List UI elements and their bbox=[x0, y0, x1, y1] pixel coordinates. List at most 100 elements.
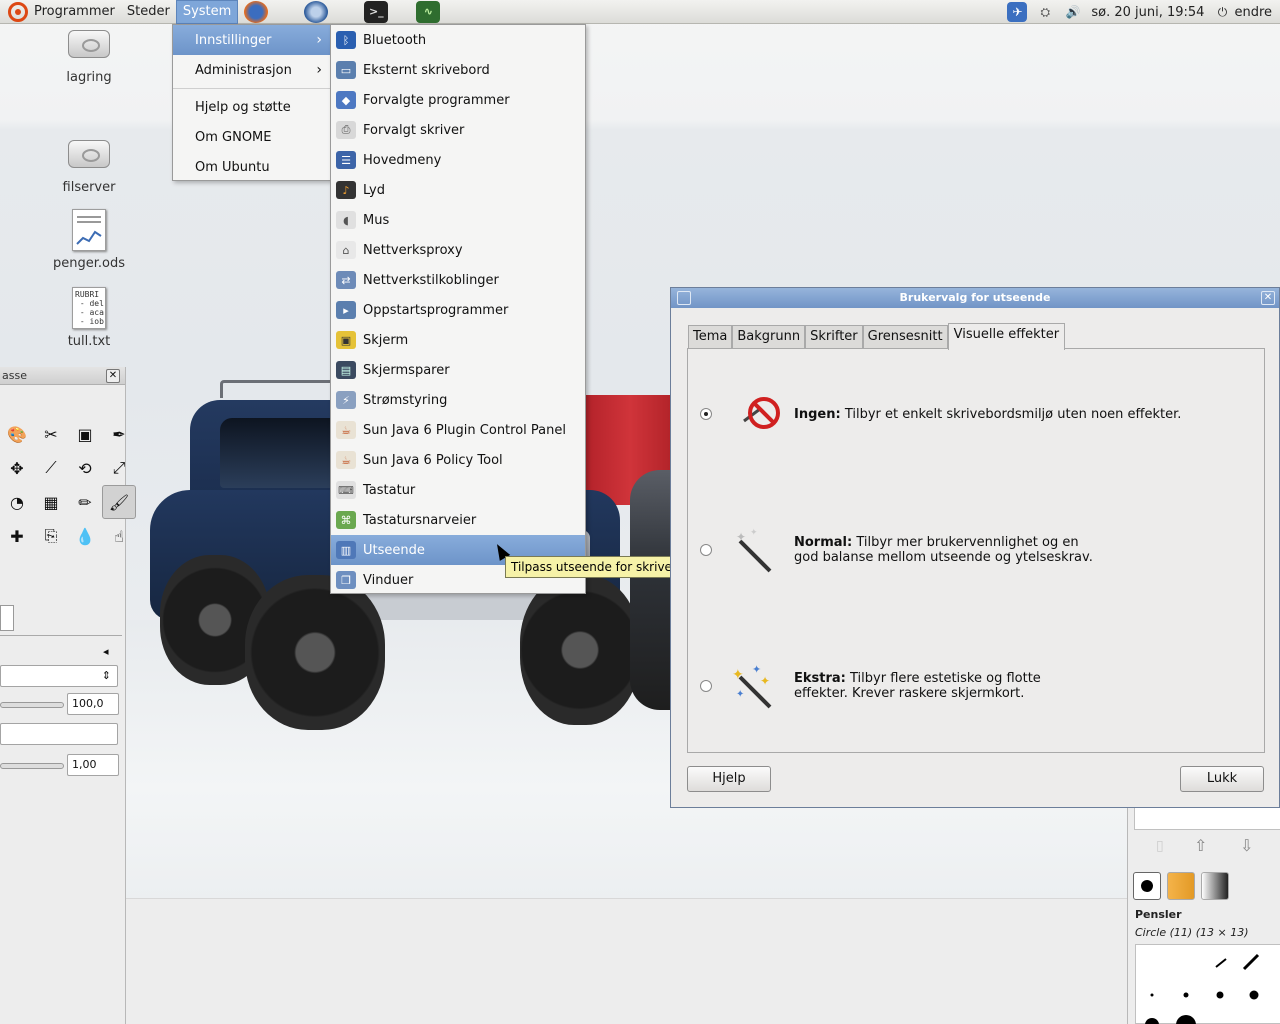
paths-tool-icon[interactable]: ✒ bbox=[102, 417, 136, 451]
dock-menu-icon[interactable]: ◂ bbox=[103, 645, 109, 658]
menu-item-tastatur[interactable]: ⌨ Tastatur bbox=[331, 475, 585, 505]
updates-icon[interactable]: ⛭ bbox=[1035, 2, 1055, 22]
desktop-icon-penger-ods[interactable]: penger.ods bbox=[44, 208, 134, 271]
menu-item-forvalgte-programmer[interactable]: ◆ Forvalgte programmer bbox=[331, 85, 585, 115]
network-manager-icon[interactable]: ✈ bbox=[1007, 2, 1028, 22]
brush-grid[interactable] bbox=[1135, 944, 1280, 1024]
raise-layer-icon[interactable]: ⇧ bbox=[1194, 836, 1207, 855]
help-button[interactable]: Hjelp bbox=[687, 766, 771, 792]
tab-tema[interactable]: Tema bbox=[688, 325, 733, 349]
menu-item-oppstartsprogrammer[interactable]: ▸ Oppstartsprogrammer bbox=[331, 295, 585, 325]
menu-item-bluetooth[interactable]: ᛒ Bluetooth bbox=[331, 25, 585, 55]
blend-tool-icon[interactable]: ▦ bbox=[34, 485, 68, 519]
blur-tool-icon[interactable]: 💧 bbox=[68, 519, 102, 553]
menu-item-tastatursnarveier[interactable]: ⌘ Tastatursnarveier bbox=[331, 505, 585, 535]
menu-item-nettverkstilkoblinger[interactable]: ⇄ Nettverkstilkoblinger bbox=[331, 265, 585, 295]
menu-item-label: Forvalgte programmer bbox=[363, 92, 510, 108]
scale-tool-icon[interactable]: ⤢ bbox=[102, 451, 136, 485]
close-button[interactable]: Lukk bbox=[1180, 766, 1264, 792]
menu-item-hovedmeny[interactable]: ☰ Hovedmeny bbox=[331, 145, 585, 175]
menu-item-sun-java-6-plugin-control-panel[interactable]: ☕ Sun Java 6 Plugin Control Panel bbox=[331, 415, 585, 445]
tab-bakgrunn[interactable]: Bakgrunn bbox=[732, 325, 806, 349]
dialog-titlebar[interactable]: Brukervalg for utseende ✕ bbox=[671, 288, 1279, 308]
top-panel: Programmer Steder System >_ ∿ ✈ ⛭ 🔊 sø. … bbox=[0, 0, 1280, 24]
clock[interactable]: sø. 20 juni, 19:54 bbox=[1091, 5, 1204, 20]
menu-item-eksternt-skrivebord[interactable]: ▭ Eksternt skrivebord bbox=[331, 55, 585, 85]
menu-item-administrasjon[interactable]: Administrasjon › bbox=[173, 55, 330, 85]
radio-ekstra[interactable] bbox=[700, 680, 712, 692]
menu-item-sun-java-6-policy-tool[interactable]: ☕ Sun Java 6 Policy Tool bbox=[331, 445, 585, 475]
system-monitor-icon[interactable]: ∿ bbox=[416, 0, 441, 23]
opacity-spinbox[interactable]: 100,0 bbox=[67, 693, 119, 715]
opacity-slider[interactable] bbox=[0, 702, 64, 708]
option-normal[interactable]: ✦ ✦ Normal: Tilbyr mer brukervennlighet o… bbox=[700, 527, 1093, 573]
patterns-tab-icon[interactable] bbox=[1167, 872, 1195, 900]
menu-steder[interactable]: Steder bbox=[121, 0, 176, 24]
menu-item-om-ubuntu[interactable]: Om Ubuntu bbox=[173, 152, 330, 182]
new-layer-icon[interactable]: ▯ bbox=[1156, 838, 1164, 854]
menu-item-om-gnome[interactable]: Om GNOME bbox=[173, 122, 330, 152]
layers-list[interactable] bbox=[1134, 806, 1280, 830]
menu-item-forvalgt-skriver[interactable]: ⎙ Forvalgt skriver bbox=[331, 115, 585, 145]
clone-tool-icon[interactable]: ⎘ bbox=[34, 519, 68, 553]
scale-slider[interactable] bbox=[0, 763, 64, 769]
mouse-icon: ◖ bbox=[336, 211, 356, 229]
menu-item-skjermsparer[interactable]: ▤ Skjermsparer bbox=[331, 355, 585, 385]
rotate-tool-icon[interactable]: ⟲ bbox=[68, 451, 102, 485]
desktop-icon-tull-txt[interactable]: RUBRI - del - aca - iob tull.txt bbox=[44, 286, 134, 349]
menu-item-innstillinger[interactable]: Innstillinger › bbox=[173, 25, 330, 55]
tab-skrifter[interactable]: Skrifter bbox=[805, 325, 863, 349]
radio-ingen[interactable] bbox=[700, 408, 712, 420]
menu-item-strømstyring[interactable]: ⚡ Strømstyring bbox=[331, 385, 585, 415]
measure-tool-icon[interactable]: ⟋ bbox=[34, 451, 68, 485]
volume-icon[interactable]: 🔊 bbox=[1063, 2, 1083, 22]
menu-item-label: Om GNOME bbox=[195, 129, 272, 145]
appearance-dialog: Brukervalg for utseende ✕ Tema Bakgrunn … bbox=[670, 287, 1280, 808]
option-ingen[interactable]: Ingen: Tilbyr et enkelt skrivebordsmiljø… bbox=[700, 391, 1181, 437]
scale-spinbox[interactable]: 1,00 bbox=[67, 754, 119, 776]
preferences-submenu: ᛒ Bluetooth ▭ Eksternt skrivebord ◆ Forvalgte… bbox=[330, 24, 586, 594]
terminal-icon[interactable]: >_ bbox=[364, 0, 389, 23]
ubuntu-logo-icon[interactable] bbox=[8, 1, 28, 22]
user-name[interactable]: endre bbox=[1234, 5, 1272, 20]
menu-system[interactable]: System bbox=[175, 0, 239, 24]
tab-grensesnitt[interactable]: Grensesnitt bbox=[862, 325, 948, 349]
brushes-tab-icon[interactable] bbox=[1133, 872, 1161, 900]
menu-item-mus[interactable]: ◖ Mus bbox=[331, 205, 585, 235]
close-icon[interactable]: ✕ bbox=[106, 369, 120, 383]
window-menu-icon[interactable] bbox=[677, 291, 691, 305]
scissors-tool-icon[interactable]: ✂ bbox=[34, 417, 68, 451]
power-icon[interactable]: ⏻ bbox=[1212, 2, 1232, 22]
tab-visuelle-effekter[interactable]: Visuelle effekter bbox=[947, 323, 1066, 350]
option-ekstra[interactable]: ✦ ✦ ✦ ✦ Ekstra: Tilbyr flere estetiske og f… bbox=[700, 663, 1041, 709]
bucket-fill-tool-icon[interactable]: ◔ bbox=[0, 485, 34, 519]
heal-tool-icon[interactable]: ✚ bbox=[0, 519, 34, 553]
svg-text:✦: ✦ bbox=[736, 689, 744, 700]
move-tool-icon[interactable]: ✥ bbox=[0, 451, 34, 485]
smudge-tool-icon[interactable]: ☝ bbox=[102, 519, 136, 553]
color-swatch[interactable] bbox=[0, 605, 14, 631]
brush-name: Circle (11) (13 × 13) bbox=[1135, 926, 1249, 939]
menu-item-hjelp[interactable]: Hjelp og støtte bbox=[173, 92, 330, 122]
magic-wand-icon: ✦ ✦ bbox=[730, 527, 782, 573]
color-select-tool-icon[interactable]: 🎨 bbox=[0, 417, 34, 451]
radio-normal[interactable] bbox=[700, 544, 712, 556]
thunderbird-icon[interactable] bbox=[304, 0, 329, 23]
gradients-tab-icon[interactable] bbox=[1201, 872, 1229, 900]
lower-layer-icon[interactable]: ⇩ bbox=[1240, 836, 1253, 855]
svg-text:✦: ✦ bbox=[760, 674, 770, 688]
close-icon[interactable]: ✕ bbox=[1261, 291, 1275, 305]
menu-item-lyd[interactable]: ♪ Lyd bbox=[331, 175, 585, 205]
desktop-icon-lagring[interactable]: lagring bbox=[44, 22, 134, 85]
brush-select-dropdown[interactable]: ⇕ bbox=[0, 665, 118, 687]
paintbrush-tool-icon[interactable]: 🖌 bbox=[102, 485, 136, 519]
desktop-icon-filserver[interactable]: filserver bbox=[44, 132, 134, 195]
brush-field[interactable] bbox=[0, 723, 118, 745]
menu-item-skjerm[interactable]: ▣ Skjerm bbox=[331, 325, 585, 355]
svg-text:✦: ✦ bbox=[732, 667, 744, 683]
menu-item-nettverksproxy[interactable]: ⌂ Nettverksproxy bbox=[331, 235, 585, 265]
menu-programmer[interactable]: Programmer bbox=[28, 0, 121, 24]
firefox-icon[interactable] bbox=[244, 0, 269, 23]
foreground-select-tool-icon[interactable]: ▣ bbox=[68, 417, 102, 451]
pencil-tool-icon[interactable]: ✏ bbox=[68, 485, 102, 519]
